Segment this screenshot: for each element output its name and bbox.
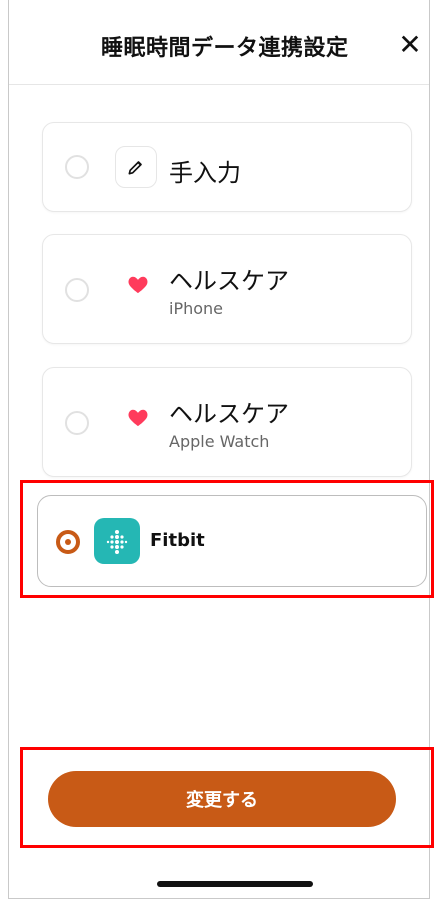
home-indicator bbox=[157, 881, 313, 887]
highlight-fitbit bbox=[20, 480, 434, 598]
close-button[interactable]: ✕ bbox=[395, 30, 425, 60]
option-label: ヘルスケア bbox=[169, 400, 289, 428]
option-card-manual[interactable]: 手入力 bbox=[42, 122, 412, 212]
heart-icon bbox=[127, 406, 149, 428]
radio-health-watch[interactable] bbox=[65, 411, 89, 435]
option-card-health-iphone[interactable]: ヘルスケア iPhone bbox=[42, 234, 412, 344]
radio-health-iphone[interactable] bbox=[65, 278, 89, 302]
radio-manual[interactable] bbox=[65, 155, 89, 179]
pencil-icon bbox=[115, 146, 157, 188]
option-card-health-watch[interactable]: ヘルスケア Apple Watch bbox=[42, 367, 412, 477]
option-label: 手入力 bbox=[169, 159, 241, 187]
option-label: ヘルスケア bbox=[169, 267, 289, 295]
highlight-change-button bbox=[20, 747, 434, 848]
header-divider bbox=[9, 84, 429, 85]
close-icon: ✕ bbox=[398, 28, 422, 61]
page-title: 睡眠時間データ連携設定 bbox=[101, 36, 349, 61]
option-sublabel: iPhone bbox=[169, 299, 224, 318]
option-sublabel: Apple Watch bbox=[169, 432, 270, 451]
heart-icon bbox=[127, 273, 149, 295]
